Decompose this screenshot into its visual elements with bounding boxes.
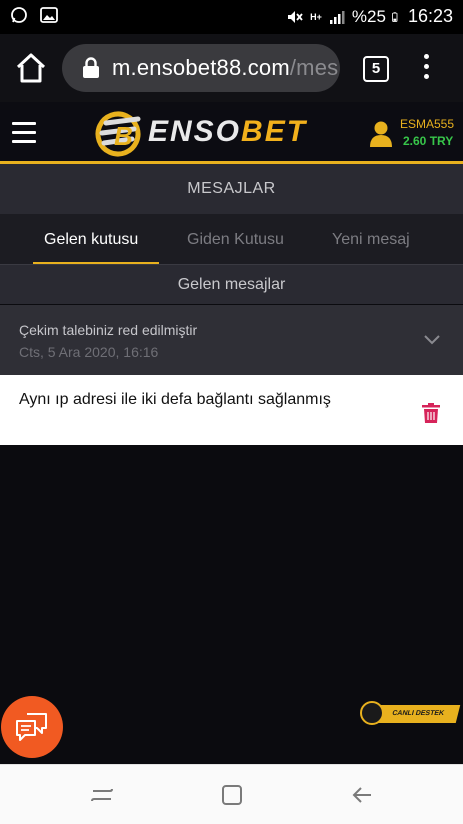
logo-text-enso: ENSO [148,115,242,148]
mute-icon [288,10,303,23]
status-bar: H+ %25 16:23 [0,0,463,34]
chevron-down-icon[interactable] [424,335,440,345]
trash-icon[interactable] [422,403,440,423]
headset-icon [360,701,384,725]
home-nav-icon[interactable] [220,783,244,807]
signal-icon [329,10,345,24]
page-title: MESAJLAR [0,164,463,214]
system-nav-bar [0,764,463,824]
svg-text:B: B [114,121,133,151]
message-date: Cts, 5 Ara 2020, 16:16 [19,344,159,360]
logo-wordmark: ENSOBET [148,115,307,149]
live-support-label: CANLI DESTEK [375,705,461,723]
live-support-button[interactable]: CANLI DESTEK [360,701,462,727]
username[interactable]: ESMA555 [400,117,454,131]
message-tabs: Gelen kutusu Giden Kutusu Yeni mesaj [0,214,463,265]
whatsapp-icon [11,7,27,23]
message-header[interactable]: Çekim talebiniz red edilmiştir Cts, 5 Ar… [0,305,463,375]
message-body: Aynı ıp adresi ile iki defa bağlantı sağ… [0,375,463,445]
chat-bubbles-icon [16,713,47,741]
tab-switcher-button[interactable]: 5 [363,56,389,82]
back-icon[interactable] [350,783,374,807]
tab-sent[interactable]: Giden Kutusu [187,214,284,264]
ensobet-logo[interactable]: B ENSOBET [92,109,317,157]
balance: 2.60 TRY [403,134,454,148]
url-host: m.ensobet88.com [112,55,290,80]
browser-toolbar: m.ensobet88.com/mes 5 [0,34,463,102]
logo-emblem-icon: B [95,111,141,157]
message-text: Aynı ıp adresi ile iki defa bağlantı sağ… [19,391,331,408]
message-subject: Çekim talebiniz red edilmiştir [19,322,198,338]
battery-percent: %25 [351,6,386,26]
network-type: H+ [310,11,322,22]
address-bar[interactable]: m.ensobet88.com/mes [62,44,340,92]
tab-new-message[interactable]: Yeni mesaj [332,214,410,264]
lock-icon [83,57,99,78]
home-icon[interactable] [14,52,48,84]
chat-button[interactable] [1,696,63,758]
gallery-icon [40,7,58,23]
url-path: /mes [289,55,339,80]
tab-inbox[interactable]: Gelen kutusu [44,214,138,264]
inbox-subtitle: Gelen mesajlar [0,264,463,304]
browser-menu-icon[interactable] [418,54,434,84]
clock: 16:23 [407,6,453,26]
site-header: B ENSOBET ESMA555 2.60 TRY [0,102,463,164]
recent-apps-icon[interactable] [90,783,114,807]
hamburger-menu-icon[interactable] [12,122,36,149]
battery-icon [392,11,398,22]
url-text: m.ensobet88.com/mes [112,55,338,81]
logo-text-bet: BET [241,115,308,148]
user-icon[interactable] [370,120,392,148]
